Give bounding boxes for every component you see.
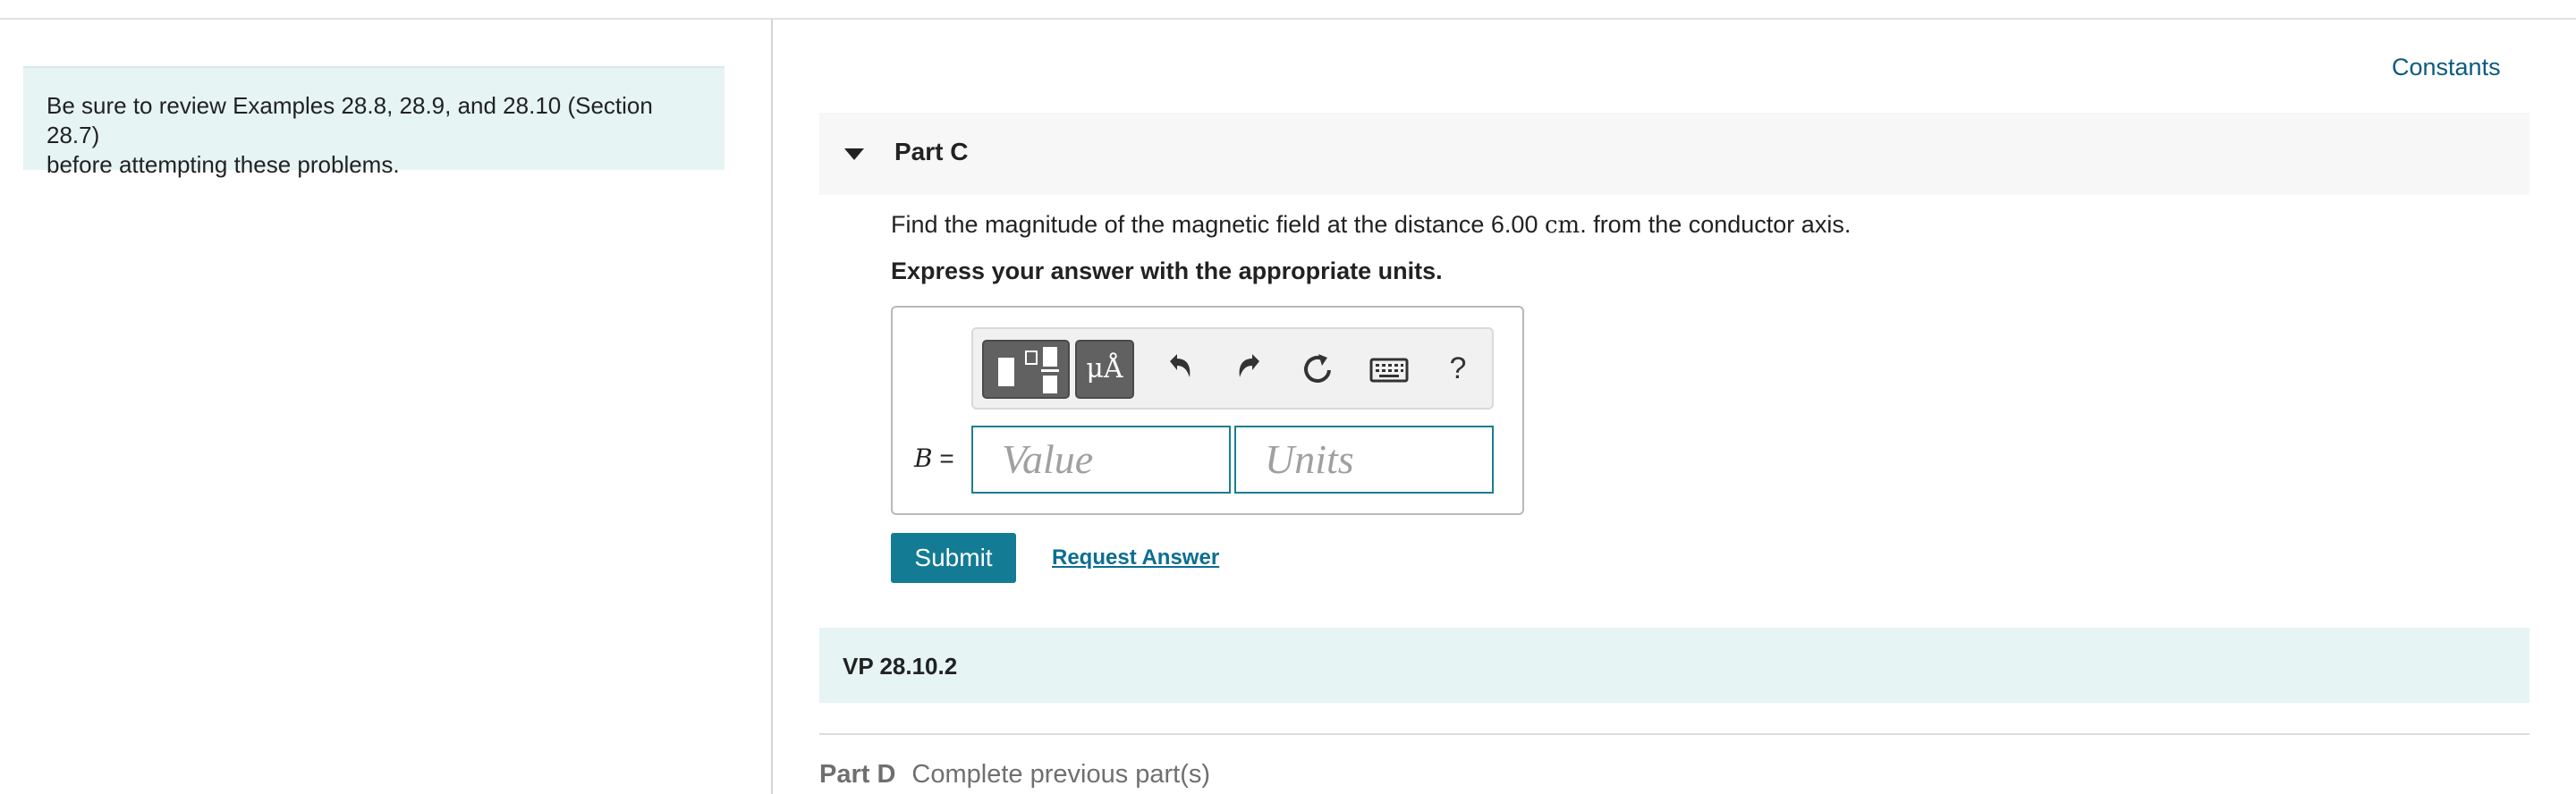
answer-variable: B (914, 443, 933, 473)
question-text: Find the magnitude of the magnetic field… (891, 211, 1851, 239)
answer-variable-label: B = (914, 443, 954, 473)
part-d-row: Part D Complete previous part(s) (819, 760, 1210, 790)
section-divider (819, 733, 2529, 735)
vp-section-title: VP 28.10.2 (843, 653, 958, 680)
part-d-label: Part D (819, 760, 896, 789)
answer-box: μÅ ? B = Value Units (891, 306, 1524, 515)
question-suffix: . from the conductor axis. (1580, 211, 1852, 238)
constants-link[interactable]: Constants (2392, 54, 2501, 81)
question-unit: cm (1544, 212, 1580, 239)
help-button[interactable]: ? (1440, 342, 1476, 395)
templates-icon (998, 358, 1014, 386)
part-c-header[interactable]: Part C (819, 113, 2529, 195)
answer-instruction: Express your answer with the appropriate… (891, 258, 1443, 284)
undo-icon[interactable] (1157, 347, 1202, 392)
part-d-status: Complete previous part(s) (911, 760, 1211, 789)
keyboard-icon[interactable] (1367, 347, 1411, 392)
value-input[interactable]: Value (971, 426, 1231, 494)
top-bar (0, 0, 2576, 20)
templates-button[interactable] (982, 340, 1070, 399)
caret-down-icon[interactable] (844, 148, 864, 160)
review-note: Be sure to review Examples 28.8, 28.9, a… (23, 66, 724, 178)
review-note-line1: Be sure to review Examples 28.8, 28.9, a… (47, 92, 653, 148)
panel-divider (771, 20, 773, 794)
submit-button[interactable]: Submit (891, 533, 1016, 583)
reset-icon[interactable] (1295, 347, 1340, 392)
part-c-title: Part C (894, 138, 969, 165)
review-note-line2: before attempting these problems. (47, 151, 400, 178)
request-answer-link[interactable]: Request Answer (1052, 545, 1219, 570)
answer-equals: = (932, 444, 954, 472)
units-button[interactable]: μÅ (1075, 340, 1134, 399)
units-input[interactable]: Units (1234, 426, 1494, 494)
math-toolbar: μÅ ? (971, 327, 1494, 410)
vp-section-header[interactable]: VP 28.10.2 (819, 628, 2529, 703)
question-prefix: Find the magnitude of the magnetic field… (891, 211, 1545, 238)
redo-icon[interactable] (1227, 347, 1272, 392)
